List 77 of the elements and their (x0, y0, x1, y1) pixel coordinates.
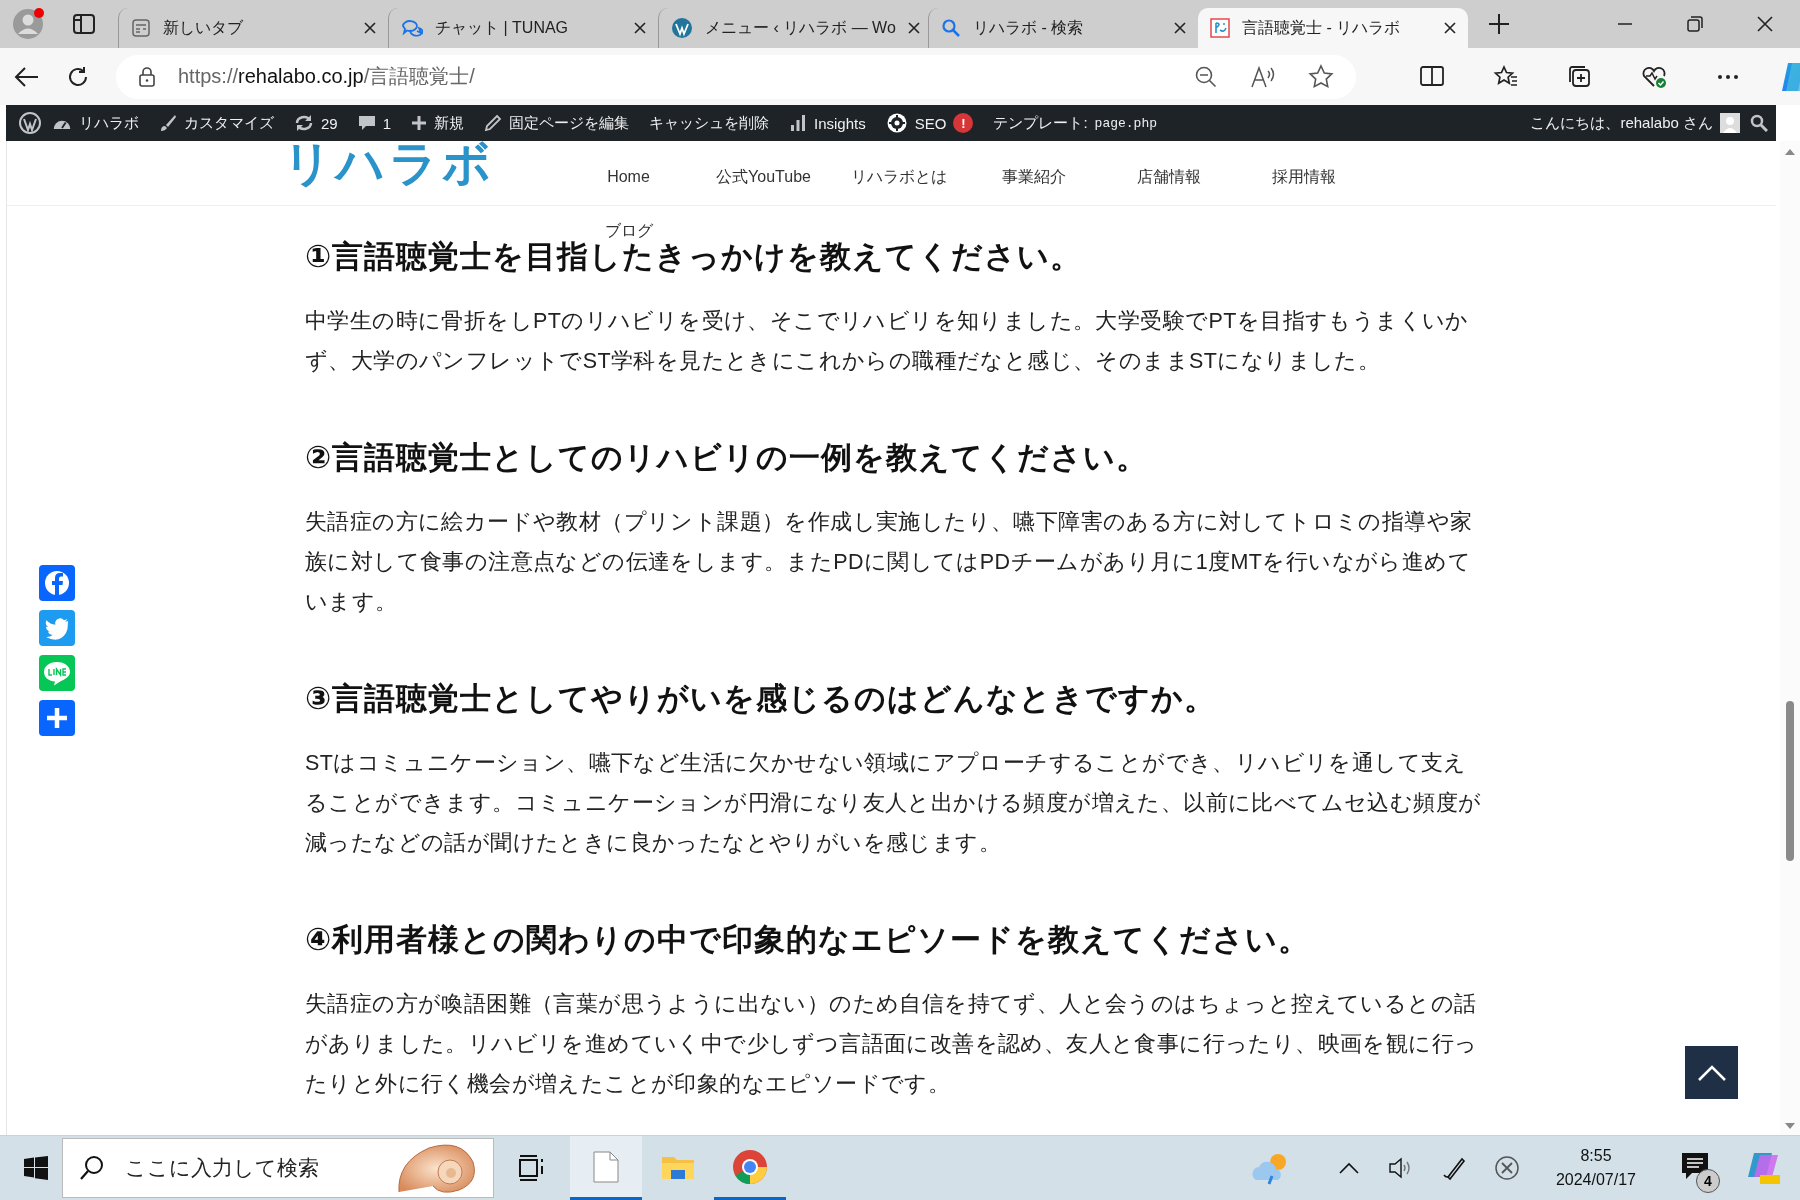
bar-chart-icon (789, 114, 808, 132)
answer-paragraph: STはコミュニケーション、嚥下など生活に欠かせない領域にアプローチすることができ、リハビリを通して支えることができます。コミュニケーションが円滑になり友人と出かける頻度が増えた、以前に比べてムセ込む頻度が減ったなどの話が聞けたときに良かったなとやりがいを感じます。 (305, 750, 1483, 857)
admin-bar-item[interactable]: 新規 (401, 105, 475, 141)
blank-document-icon (593, 1150, 619, 1183)
close-circle-icon[interactable] (1493, 1155, 1520, 1181)
nav-link[interactable]: 公式YouTube (696, 165, 831, 189)
back-to-top-button[interactable] (1685, 1046, 1738, 1099)
task-view-icon[interactable] (518, 1155, 546, 1181)
brush-icon (159, 114, 177, 132)
answer-paragraph: 失語症の方に絵カードや教材（プリント課題）を作成し実施したり、嚥下障害のある方に対してトロミの指導や家族に対して食事の注意点などの伝達をします。またPDに関してはPDチームがあり月に1度MTを行いながら進めています。 (305, 509, 1474, 616)
admin-bar-item[interactable]: キャッシュを削除 (639, 105, 780, 141)
wordpress-logo-icon[interactable] (18, 111, 42, 135)
nav-link[interactable]: 店舗情報 (1101, 165, 1236, 189)
chevron-up-icon (1696, 1063, 1727, 1082)
chat-bubbles-icon (401, 18, 423, 38)
chevron-up-icon[interactable] (1337, 1161, 1360, 1175)
answer-paragraph: 中学生の時に骨折をしPTのリハビリを受け、そこでリハビリを知りました。大学受験でPTを目指すもうまくいかず、大学のパンフレットでST学科を見たときにこれからの職種だなと感じ、そのままSTになりました。 (305, 308, 1470, 375)
admin-bar-item[interactable]: 固定ページを編集 (474, 105, 640, 141)
nav-link[interactable]: リハラボとは (831, 165, 966, 189)
clock[interactable]: 8:55 2024/07/17 (1555, 1144, 1636, 1192)
plus-icon (411, 115, 428, 131)
admin-bar-item[interactable]: カスタマイズ (149, 105, 284, 141)
search-icon[interactable] (1750, 114, 1768, 132)
admin-bar-item[interactable]: Insights (779, 105, 876, 141)
close-icon[interactable] (1756, 15, 1774, 33)
chrome-icon (732, 1148, 768, 1185)
restore-icon[interactable] (1686, 15, 1704, 33)
read-aloud-icon[interactable] (1250, 64, 1276, 89)
taskbar-app[interactable] (570, 1136, 642, 1200)
profile-avatar-icon (10, 6, 46, 42)
nav-link[interactable]: 採用情報 (1236, 165, 1371, 189)
answer-paragraph: 失語症の方が喚語困難（言葉が思うように出ない）のため自信を持てず、人と会うのはちょっと控えているとの話がありました。リハビリを進めていく中で少しずつ言語面に改善を認め、友人と食事に行ったり、映画を観に行ったりと外に行く機会が増えたことが印象的なエピソードです。 (305, 991, 1479, 1098)
admin-bar-item[interactable]: 1 (347, 105, 402, 141)
close-tab-icon[interactable] (634, 22, 646, 34)
collections-icon[interactable] (1567, 63, 1593, 90)
search-icon (79, 1155, 105, 1181)
close-tab-icon[interactable] (364, 22, 376, 34)
refresh-icon[interactable] (66, 64, 90, 89)
page-icon (131, 18, 151, 38)
refresh-icon (294, 114, 314, 132)
close-tab-icon[interactable] (1444, 22, 1456, 34)
taskbar-search-field[interactable]: ここに入力して検索 (62, 1138, 494, 1198)
close-tab-icon[interactable] (1174, 22, 1186, 34)
template-info[interactable]: テンプレート: page.php (983, 105, 1167, 141)
wordpress-icon (671, 17, 693, 39)
back-icon[interactable] (14, 65, 40, 88)
new-tab-icon[interactable] (1488, 13, 1510, 35)
gear-icon (885, 112, 908, 134)
user-greeting[interactable]: こんにちは、rehalabo さん (1520, 105, 1750, 141)
question-heading: ②言語聴覚士としてのリハビリの一例を教えてください。 (305, 439, 1150, 477)
zoom-out-icon[interactable] (1194, 64, 1218, 89)
browser-tab[interactable]: 言語聴覚士 - リハラボ (1198, 8, 1468, 48)
admin-bar-item[interactable]: 29 (284, 105, 348, 141)
facebook-icon[interactable] (39, 565, 75, 601)
alert-badge: ! (953, 113, 974, 133)
comment-icon (357, 114, 376, 132)
share-plus-icon[interactable] (39, 700, 75, 736)
question-heading: ①言語聴覚士を目指したきっかけを教えてください。 (305, 238, 1084, 276)
admin-bar-item[interactable]: SEO ! (875, 105, 984, 141)
notification-count: 4 (1696, 1169, 1720, 1193)
avatar-icon (1720, 113, 1740, 133)
url-text: https://rehalabo.co.jp/言語聴覚士/ (178, 64, 475, 89)
admin-bar-item[interactable]: リハラボ (42, 105, 149, 141)
search-field[interactable]: ここに入力して検索 (123, 1155, 377, 1181)
nav-link[interactable]: 事業紹介 (966, 165, 1101, 189)
start-icon[interactable] (24, 1156, 48, 1180)
lock-icon (138, 65, 156, 88)
bird-icon[interactable] (39, 610, 75, 646)
address-field[interactable]: https://rehalabo.co.jp/言語聴覚士/ (116, 54, 1356, 99)
question-heading: ③言語聴覚士としてやりがいを感じるのはどんなときですか。 (305, 680, 1218, 718)
pencil-icon (484, 114, 503, 132)
question-heading: ④利用者様との関わりの中で印象的なエピソードを教えてください。 (305, 921, 1312, 959)
search-icon (941, 18, 961, 38)
site-logo-icon (1210, 18, 1230, 38)
close-tab-icon[interactable] (907, 22, 920, 34)
star-icon[interactable] (1308, 63, 1334, 90)
tab-actions-icon[interactable] (72, 13, 96, 35)
